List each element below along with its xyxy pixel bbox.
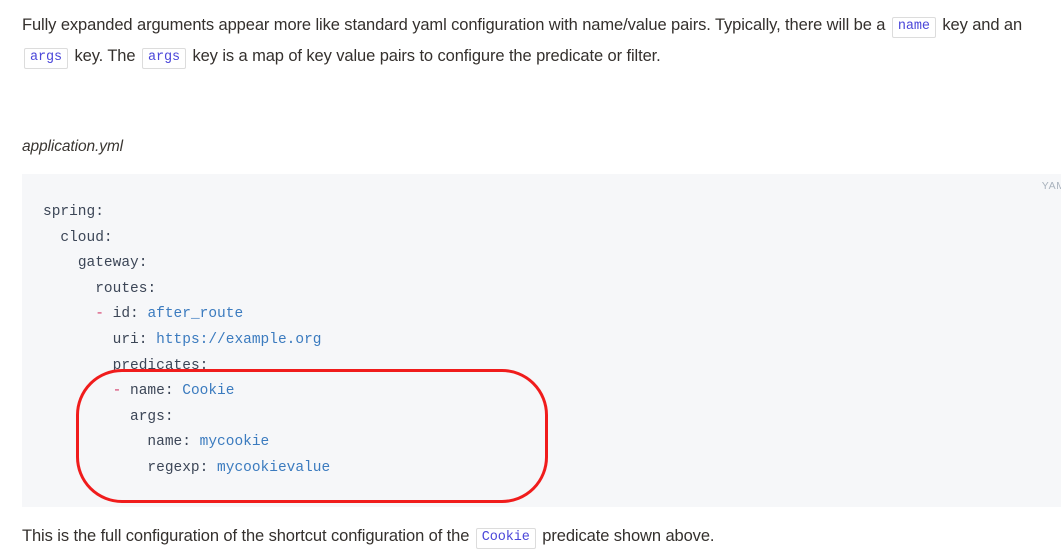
yaml-code-block: YAML spring: cloud: gateway: routes: - i… (22, 174, 1061, 507)
document-page: Fully expanded arguments appear more lik… (0, 0, 1061, 558)
intro-paragraph: Fully expanded arguments appear more lik… (22, 0, 1032, 72)
intro-text-4: key is a map of key value pairs to confi… (187, 47, 661, 65)
intro-text-3: key. The (70, 47, 140, 65)
outro-paragraph: This is the full configuration of the sh… (22, 521, 1032, 552)
code-language-label: YAML (1041, 180, 1061, 192)
code-content[interactable]: spring: cloud: gateway: routes: - id: af… (43, 200, 330, 482)
intro-text-2: key and an (937, 16, 1023, 34)
inline-code-name: name (891, 17, 936, 38)
inline-code-args-2: args (141, 48, 186, 69)
intro-text-1: Fully expanded arguments appear more lik… (22, 16, 890, 34)
outro-text-1: This is the full configuration of the sh… (22, 527, 474, 545)
inline-code-cookie: Cookie (475, 528, 536, 549)
inline-code-args-1: args (24, 48, 69, 69)
outro-text-2: predicate shown above. (537, 527, 715, 545)
code-caption-filename: application.yml (22, 138, 124, 155)
